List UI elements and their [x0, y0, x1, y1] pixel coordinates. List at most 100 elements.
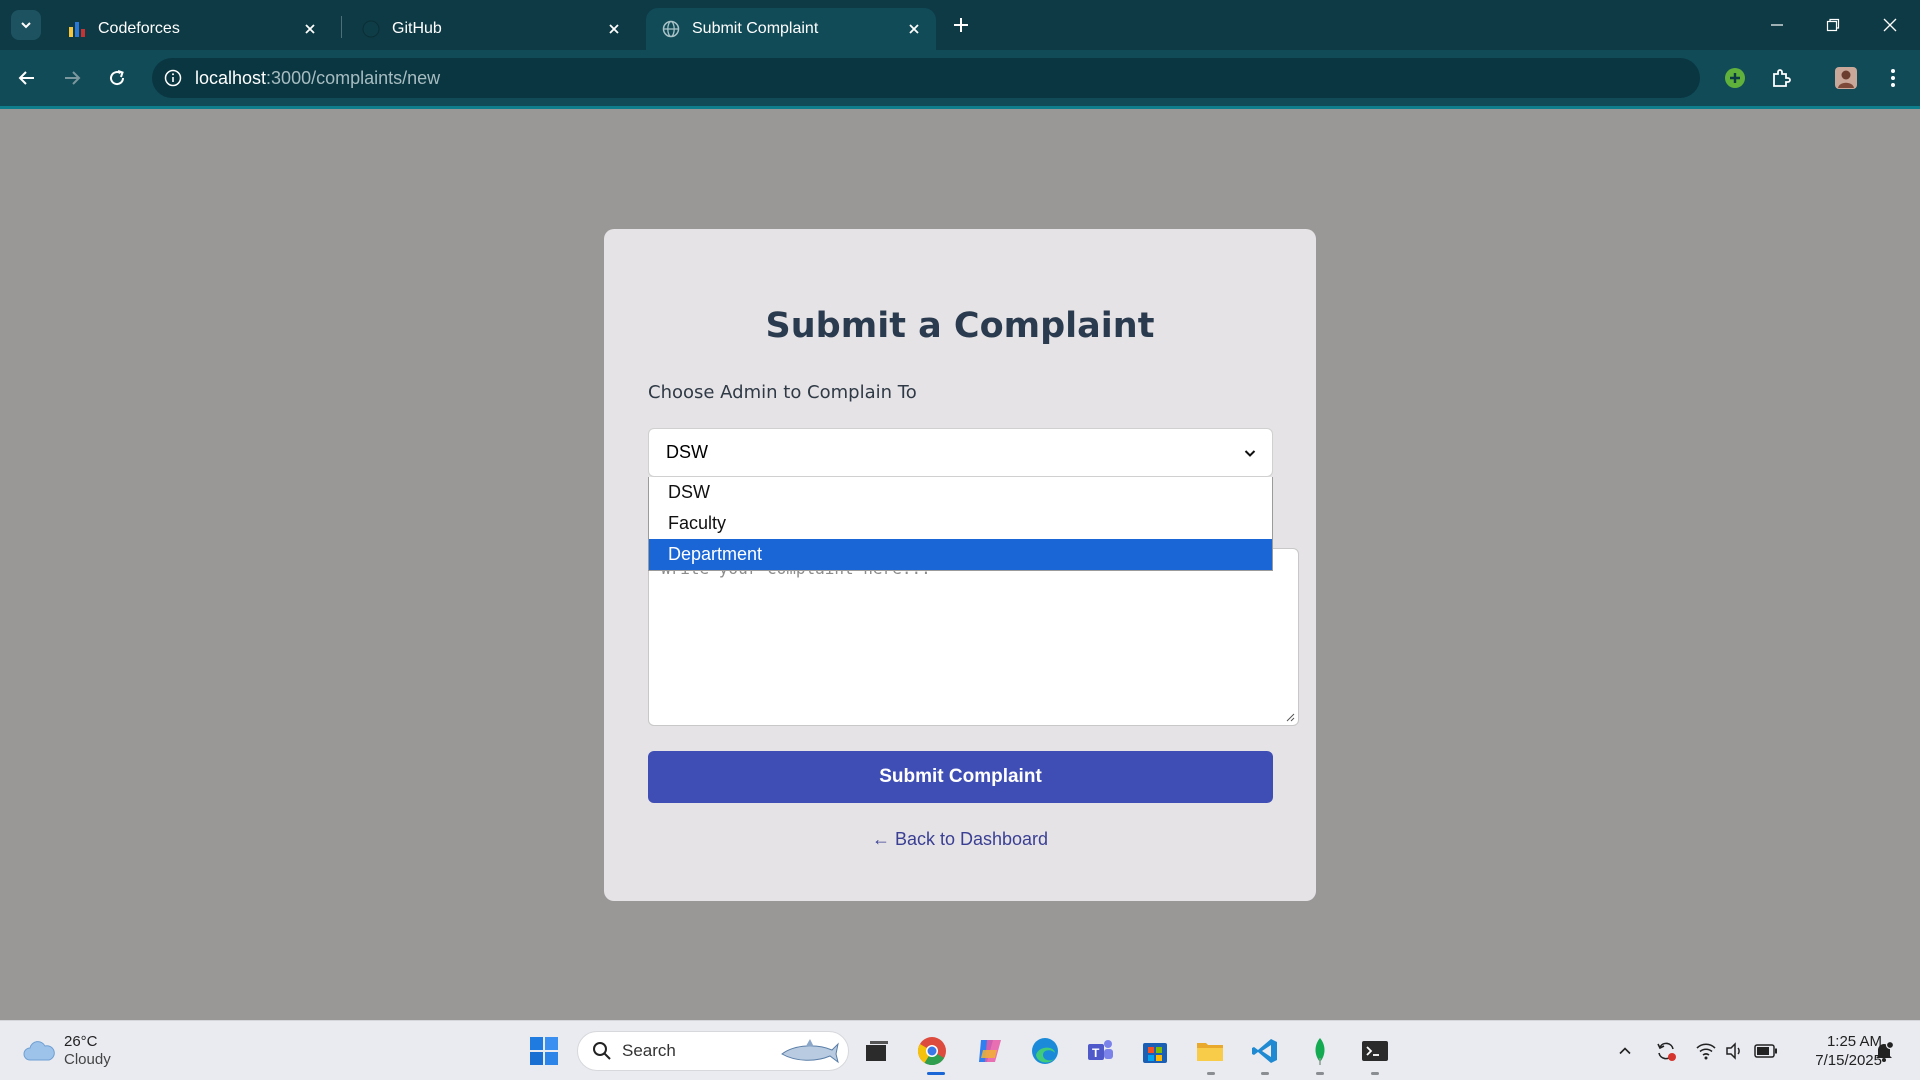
- more-vertical-icon: [1891, 69, 1895, 87]
- arrow-left-icon: [18, 71, 34, 85]
- chevron-down-icon: [21, 22, 31, 29]
- svg-text:T: T: [1092, 1046, 1100, 1060]
- running-indicator: [1207, 1072, 1215, 1075]
- chevron-down-icon: [1238, 441, 1262, 465]
- extensions-menu-button[interactable]: [1765, 62, 1797, 94]
- mongodb-taskbar-button[interactable]: [1300, 1031, 1340, 1071]
- url-text: localhost:3000/complaints/new: [195, 68, 440, 89]
- windows-icon: [530, 1037, 558, 1065]
- page-title: Submit a Complaint: [765, 306, 1155, 346]
- task-view-icon: [866, 1041, 888, 1061]
- weather-temperature: 26°C: [64, 1033, 98, 1050]
- minimize-button[interactable]: [1757, 10, 1797, 40]
- plus-icon: [954, 18, 968, 32]
- tab-codeforces[interactable]: Codeforces: [52, 8, 332, 50]
- taskbar-search-label: Search: [622, 1041, 676, 1060]
- admin-select-value: DSW: [666, 442, 708, 462]
- clock-date: 7/15/2025: [1815, 1052, 1882, 1069]
- minimize-icon: [1771, 24, 1783, 26]
- task-view-button[interactable]: [857, 1031, 897, 1071]
- start-button[interactable]: [524, 1031, 564, 1071]
- restore-icon: [1826, 18, 1840, 32]
- resize-grip-icon[interactable]: [1285, 712, 1295, 722]
- browser-menu-button[interactable]: [1877, 62, 1909, 94]
- tab-submit-complaint[interactable]: Submit Complaint: [646, 8, 936, 50]
- volume-tray-button[interactable]: [1720, 1035, 1748, 1067]
- store-icon: [1143, 1043, 1167, 1063]
- reload-icon: [110, 70, 125, 86]
- running-indicator: [1261, 1072, 1269, 1075]
- github-icon: [362, 20, 380, 38]
- copilot-taskbar-button[interactable]: [970, 1031, 1010, 1071]
- weather-widget[interactable]: 26°C Cloudy: [22, 1033, 111, 1069]
- codeforces-icon: [68, 20, 86, 38]
- vscode-icon: [1252, 1039, 1277, 1063]
- chrome-icon: [917, 1037, 946, 1066]
- tab-title: Submit Complaint: [692, 20, 819, 37]
- tab-title: Codeforces: [98, 20, 180, 37]
- folder-icon: [1197, 1043, 1223, 1061]
- restore-button[interactable]: [1813, 10, 1853, 40]
- terminal-taskbar-button[interactable]: [1355, 1031, 1395, 1071]
- wifi-icon: [1696, 1043, 1716, 1060]
- profile-button[interactable]: [1830, 62, 1862, 94]
- search-icon: [593, 1042, 611, 1060]
- address-bar[interactable]: localhost:3000/complaints/new: [152, 58, 1700, 98]
- admin-select[interactable]: DSW: [648, 428, 1273, 477]
- sync-icon: [1657, 1042, 1676, 1061]
- option-dsw[interactable]: DSW: [649, 477, 1272, 508]
- close-icon[interactable]: [298, 17, 322, 41]
- windows-taskbar: 26°C Cloudy Search T 1:25 AM 7/15/2025: [0, 1020, 1920, 1080]
- back-button[interactable]: [11, 62, 43, 94]
- file-explorer-taskbar-button[interactable]: [1190, 1031, 1230, 1071]
- tab-title: GitHub: [392, 20, 442, 37]
- edge-taskbar-button[interactable]: [1025, 1031, 1065, 1071]
- copilot-icon: [979, 1040, 1001, 1062]
- reload-button[interactable]: [101, 62, 133, 94]
- running-indicator: [1316, 1072, 1324, 1075]
- arrow-right-icon: [65, 71, 81, 85]
- edge-icon: [1032, 1038, 1058, 1064]
- chrome-taskbar-button[interactable]: [912, 1031, 952, 1071]
- sync-tray-button[interactable]: [1652, 1035, 1680, 1067]
- teams-icon: T: [1088, 1040, 1113, 1060]
- teams-taskbar-button[interactable]: T: [1080, 1031, 1120, 1071]
- system-clock[interactable]: 1:25 AM 7/15/2025: [1790, 1032, 1882, 1070]
- terminal-icon: [1362, 1041, 1388, 1061]
- page-top-border: [0, 106, 1920, 109]
- taskbar-search[interactable]: Search: [577, 1031, 849, 1071]
- battery-tray-button[interactable]: [1752, 1035, 1780, 1067]
- running-indicator: [1371, 1072, 1379, 1075]
- close-window-button[interactable]: [1870, 10, 1910, 40]
- option-faculty[interactable]: Faculty: [649, 508, 1272, 539]
- cloud-icon: [23, 1041, 55, 1061]
- tab-divider: [341, 16, 342, 38]
- shark-icon: [781, 1039, 839, 1064]
- bell-icon: [1876, 1040, 1894, 1062]
- new-tab-button[interactable]: [948, 12, 974, 38]
- close-icon: [1883, 18, 1897, 32]
- notifications-button[interactable]: [1870, 1035, 1898, 1067]
- tab-search-button[interactable]: [11, 10, 41, 40]
- option-department[interactable]: Department: [649, 539, 1272, 570]
- vscode-taskbar-button[interactable]: [1245, 1031, 1285, 1071]
- complaint-textarea[interactable]: Write your complaint here...: [648, 548, 1299, 726]
- forward-button[interactable]: [56, 62, 88, 94]
- battery-icon: [1754, 1044, 1777, 1058]
- back-to-dashboard-link[interactable]: ← Back to Dashboard: [0, 829, 1920, 850]
- admin-select-label: Choose Admin to Complain To: [648, 382, 917, 403]
- close-icon[interactable]: [602, 17, 626, 41]
- tab-github[interactable]: GitHub: [346, 8, 636, 50]
- puzzle-icon: [1773, 69, 1791, 87]
- mongodb-leaf-icon: [1315, 1038, 1325, 1065]
- show-hidden-icons-button[interactable]: [1611, 1035, 1639, 1067]
- close-icon[interactable]: [902, 17, 926, 41]
- submit-complaint-button[interactable]: Submit Complaint: [648, 751, 1273, 803]
- extension-add-icon: [1725, 68, 1745, 88]
- site-info-icon[interactable]: [163, 68, 183, 88]
- extension-button[interactable]: [1719, 62, 1751, 94]
- wifi-tray-button[interactable]: [1692, 1035, 1720, 1067]
- store-taskbar-button[interactable]: [1135, 1031, 1175, 1071]
- chevron-up-icon: [1619, 1047, 1631, 1055]
- admin-options-list: DSW Faculty Department: [648, 477, 1273, 571]
